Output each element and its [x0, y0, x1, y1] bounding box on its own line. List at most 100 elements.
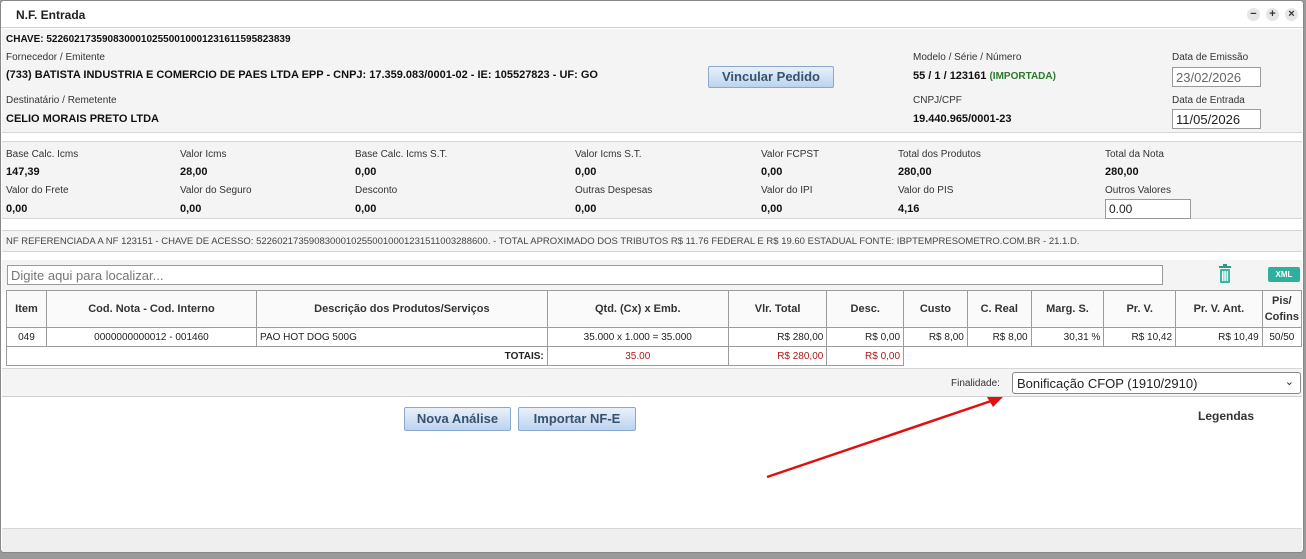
cell-pr-v: R$ 10,42	[1103, 327, 1177, 347]
vincular-pedido-button[interactable]: Vincular Pedido	[708, 66, 834, 88]
total-nota-label: Total da Nota	[1105, 149, 1164, 160]
ipi-value: 0,00	[761, 203, 783, 215]
cell-vlr-total: R$ 280,00	[727, 327, 828, 347]
valor-icms-label: Valor Icms	[180, 149, 227, 160]
col-qtd[interactable]: Qtd. (Cx) x Emb.	[546, 290, 729, 328]
cell-marg-s: 30,31 %	[1030, 327, 1105, 347]
search-section: XML	[2, 260, 1302, 290]
col-descricao[interactable]: Descrição dos Produtos/Serviços	[256, 290, 548, 328]
finalidade-label: Finalidade:	[951, 378, 1000, 389]
modelo-value: 55 / 1 / 123161 (IMPORTADA)	[913, 70, 1056, 82]
emissao-label: Data de Emissão	[1172, 52, 1249, 63]
cell-qtd: 35.000 x 1.000 = 35.000	[546, 327, 729, 347]
importada-badge: (IMPORTADA)	[989, 71, 1056, 82]
base-st-value: 0,00	[355, 166, 377, 178]
cell-cod-nota: 0000000000012 - 001460	[45, 327, 258, 347]
valor-icms-value: 28,00	[180, 166, 208, 178]
col-marg-s[interactable]: Marg. S.	[1030, 290, 1105, 328]
nf-entrada-window: N.F. Entrada − + × CHAVE: 52260217359083…	[0, 0, 1304, 553]
search-input[interactable]	[7, 265, 1163, 285]
pis-value: 4,16	[898, 203, 920, 215]
cnpj-label: CNPJ/CPF	[913, 95, 962, 106]
window-title: N.F. Entrada	[16, 8, 86, 22]
cell-custo: R$ 8,00	[903, 327, 968, 347]
window-titlebar[interactable]: N.F. Entrada − + ×	[1, 1, 1303, 28]
legendas-label: Legendas	[1198, 409, 1255, 423]
items-table: Item Cod. Nota - Cod. Interno Descrição …	[6, 290, 1303, 366]
minimize-icon[interactable]: −	[1247, 8, 1260, 21]
destinatario-label: Destinatário / Remetente	[6, 95, 117, 106]
col-pis-cofins[interactable]: Pis/ Cofins	[1261, 290, 1303, 328]
outros-valores-input[interactable]: 0.00	[1105, 199, 1191, 219]
col-vlr-total[interactable]: Vlr. Total	[727, 290, 828, 328]
red-arrow-annotation	[766, 397, 1003, 479]
finalidade-selected-value: Bonificação CFOP (1910/2910)	[1017, 376, 1198, 391]
cnpj-value: 19.440.965/0001-23	[913, 113, 1012, 125]
total-produtos-value: 280,00	[898, 166, 932, 178]
observacao-section: NF REFERENCIADA A NF 123151 - CHAVE DE A…	[2, 230, 1302, 252]
cell-item: 049	[6, 327, 47, 347]
cell-pis-cofins: 50/50	[1261, 327, 1303, 347]
totals-empty	[904, 347, 1302, 366]
chave-text: CHAVE: 522602173590830001025500100012316…	[6, 34, 291, 45]
data-emissao-input[interactable]: 23/02/2026	[1172, 67, 1261, 87]
ipi-label: Valor do IPI	[761, 185, 813, 196]
maximize-icon[interactable]: +	[1266, 8, 1279, 21]
fcpst-value: 0,00	[761, 166, 783, 178]
seguro-label: Valor do Seguro	[180, 185, 252, 196]
col-custo[interactable]: Custo	[903, 290, 968, 328]
pis-label: Valor do PIS	[898, 185, 954, 196]
desconto-label: Desconto	[355, 185, 398, 196]
entrada-label: Data de Entrada	[1172, 95, 1245, 106]
totals-section: Base Calc. Icms 147,39 Valor Icms 28,00 …	[2, 141, 1302, 219]
frete-value: 0,00	[6, 203, 28, 215]
outras-despesas-label: Outras Despesas	[575, 185, 653, 196]
valor-st-label: Valor Icms S.T.	[575, 149, 642, 160]
base-icms-value: 147,39	[6, 166, 40, 178]
table-header-row: Item Cod. Nota - Cod. Interno Descrição …	[6, 290, 1303, 328]
nova-analise-button[interactable]: Nova Análise	[404, 407, 511, 431]
col-item[interactable]: Item	[6, 290, 47, 328]
trash-icon[interactable]	[1218, 264, 1232, 284]
table-row[interactable]: 049 0000000000012 - 001460 PAO HOT DOG 5…	[6, 327, 1303, 347]
valor-st-value: 0,00	[575, 166, 597, 178]
data-entrada-input[interactable]: 11/05/2026	[1172, 109, 1261, 129]
desconto-value: 0,00	[355, 203, 377, 215]
total-nota-value: 280,00	[1105, 166, 1139, 178]
cell-pr-v-ant: R$ 10,49	[1175, 327, 1263, 347]
observacao-text: NF REFERENCIADA A NF 123151 - CHAVE DE A…	[6, 236, 1080, 247]
col-pr-v[interactable]: Pr. V.	[1103, 290, 1177, 328]
col-cod-nota[interactable]: Cod. Nota - Cod. Interno	[45, 290, 258, 328]
seguro-value: 0,00	[180, 203, 202, 215]
cell-desc: R$ 0,00	[826, 327, 905, 347]
fornecedor-label: Fornecedor / Emitente	[6, 52, 105, 63]
totals-row: TOTAIS: 35.00 R$ 280,00 R$ 0,00	[6, 346, 1302, 366]
base-icms-label: Base Calc. Icms	[6, 149, 79, 160]
totals-desc: R$ 0,00	[826, 346, 905, 366]
col-c-real[interactable]: C. Real	[966, 290, 1032, 328]
cell-c-real: R$ 8,00	[966, 327, 1032, 347]
window-footer	[2, 528, 1302, 552]
finalidade-section: Finalidade: Bonificação CFOP (1910/2910)…	[2, 368, 1302, 397]
col-desc[interactable]: Desc.	[826, 290, 905, 328]
fcpst-label: Valor FCPST	[761, 149, 820, 160]
outras-despesas-value: 0,00	[575, 203, 597, 215]
close-icon[interactable]: ×	[1285, 8, 1298, 21]
col-pr-v-ant[interactable]: Pr. V. Ant.	[1175, 290, 1263, 328]
nf-header-section: CHAVE: 522602173590830001025500100012316…	[2, 29, 1302, 133]
total-produtos-label: Total dos Produtos	[898, 149, 981, 160]
importar-nfe-button[interactable]: Importar NF-E	[518, 407, 636, 431]
chevron-down-icon: ⌄	[1284, 376, 1294, 388]
totals-qtd: 35.00	[546, 346, 729, 366]
xml-button[interactable]: XML	[1268, 267, 1300, 282]
totals-vlr-total: R$ 280,00	[727, 346, 828, 366]
modelo-label: Modelo / Série / Número	[913, 52, 1022, 63]
frete-label: Valor do Frete	[6, 185, 69, 196]
fornecedor-value: (733) BATISTA INDUSTRIA E COMERCIO DE PA…	[6, 69, 598, 81]
base-st-label: Base Calc. Icms S.T.	[355, 149, 448, 160]
outros-valores-label: Outros Valores	[1105, 185, 1171, 196]
cell-descricao: PAO HOT DOG 500G	[256, 327, 548, 347]
totals-label: TOTAIS:	[6, 346, 548, 366]
finalidade-select[interactable]: Bonificação CFOP (1910/2910) ⌄	[1012, 372, 1301, 394]
destinatario-value: CELIO MORAIS PRETO LTDA	[6, 113, 159, 125]
